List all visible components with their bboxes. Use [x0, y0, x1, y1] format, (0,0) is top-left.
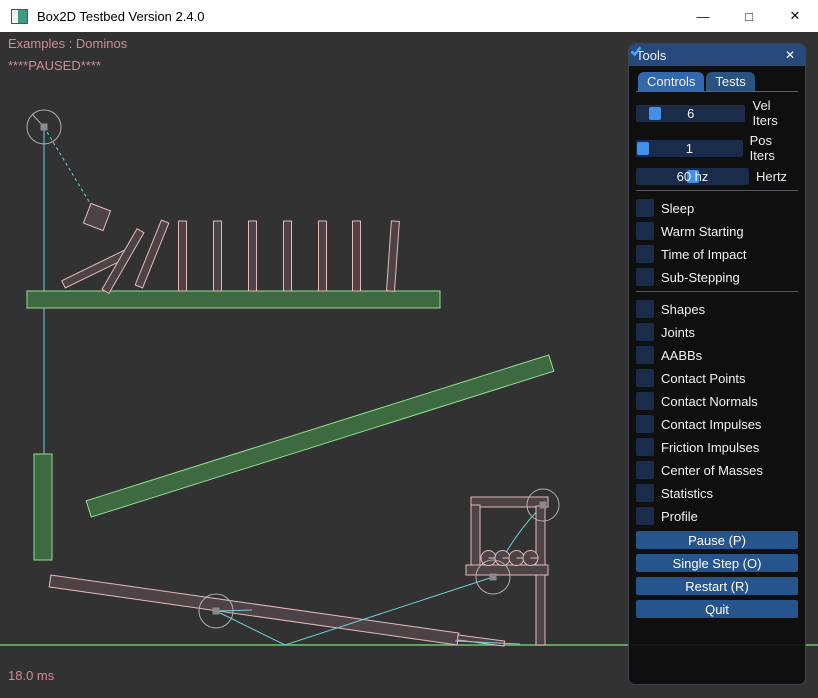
tab-tests[interactable]: Tests [706, 72, 754, 91]
example-label: Examples : Dominos [8, 36, 127, 51]
joint-anchor [41, 124, 48, 131]
checkbox-label: Warm Starting [661, 224, 744, 239]
frame-left-post [471, 505, 480, 567]
slider-vel-iters[interactable]: 6 [636, 105, 745, 122]
tab-controls[interactable]: Controls [638, 72, 704, 91]
checkbox-contact-impulses[interactable]: Contact Impulses [636, 415, 798, 433]
domino [319, 221, 327, 291]
slider-label: Vel Iters [752, 98, 798, 128]
separator [636, 190, 798, 191]
checkbox-box[interactable] [636, 392, 654, 410]
single-step-o-button[interactable]: Single Step (O) [636, 554, 798, 572]
pendulum-rope [44, 127, 96, 213]
checkbox-label: Shapes [661, 302, 705, 317]
checkbox-box[interactable] [636, 268, 654, 286]
joint-anchor [540, 502, 547, 509]
pause-p-button[interactable]: Pause (P) [636, 531, 798, 549]
maximize-icon[interactable]: □ [726, 0, 772, 32]
slider-pos-iters[interactable]: 1 [636, 140, 743, 157]
checkbox-box[interactable] [636, 245, 654, 263]
checkbox-box[interactable] [636, 222, 654, 240]
joint-anchor [213, 608, 220, 615]
checkbox-box[interactable] [636, 415, 654, 433]
checkbox-profile[interactable]: Profile [636, 507, 798, 525]
checkbox-label: Time of Impact [661, 247, 746, 262]
seesaw-plank [49, 575, 459, 645]
joint-anchor [490, 574, 497, 581]
tab-bar: ControlsTests [638, 72, 798, 91]
checkbox-center-of-masses[interactable]: Center of Masses [636, 461, 798, 479]
slider-row: 1 Pos Iters [636, 133, 798, 163]
slider-value: 60 hz [636, 168, 749, 185]
domino [353, 221, 361, 291]
checkbox-label: Contact Normals [661, 394, 758, 409]
slanted-plank [86, 355, 554, 517]
app-icon [11, 9, 28, 24]
checkbox-box[interactable] [636, 300, 654, 318]
slider-list: 6 Vel Iters 1 Pos Iters60 hz Hertz [636, 98, 798, 185]
checkbox-friction-impulses[interactable]: Friction Impulses [636, 438, 798, 456]
panel-close-icon[interactable]: ✕ [782, 47, 798, 63]
checkbox-label: Statistics [661, 486, 713, 501]
checkbox-aabbs[interactable]: AABBs [636, 346, 798, 364]
checkbox-shapes[interactable]: Shapes [636, 300, 798, 318]
slider-hertz[interactable]: 60 hz [636, 168, 749, 185]
checkbox-contact-normals[interactable]: Contact Normals [636, 392, 798, 410]
checkbox-sub-stepping[interactable]: Sub-Stepping [636, 268, 798, 286]
close-icon[interactable]: ✕ [772, 0, 818, 32]
checkbox-groups: Sleep Warm Starting Time of Impact Sub-Step… [636, 199, 798, 525]
separator [636, 291, 798, 292]
tools-panel: Tools ✕ ControlsTests 6 Vel Iters 1 Pos Ite… [628, 43, 806, 685]
checkbox-box[interactable] [636, 369, 654, 387]
window-title: Box2D Testbed Version 2.4.0 [37, 9, 204, 24]
checkbox-label: Sleep [661, 201, 694, 216]
checkbox-label: Joints [661, 325, 695, 340]
checkbox-box[interactable] [636, 199, 654, 217]
tools-panel-titlebar[interactable]: Tools ✕ [629, 44, 805, 66]
minimize-icon[interactable]: — [680, 0, 726, 32]
domino [249, 221, 257, 291]
checkbox-statistics[interactable]: Statistics [636, 484, 798, 502]
domino-tilting [387, 221, 400, 291]
restart-r-button[interactable]: Restart (R) [636, 577, 798, 595]
checkbox-label: AABBs [661, 348, 702, 363]
checkbox-warm-starting[interactable]: Warm Starting [636, 222, 798, 240]
checkbox-label: Friction Impulses [661, 440, 759, 455]
checkbox-box[interactable] [636, 323, 654, 341]
domino [214, 221, 222, 291]
frame-time-label: 18.0 ms [8, 668, 54, 683]
domino [179, 221, 187, 291]
checkbox-contact-points[interactable]: Contact Points [636, 369, 798, 387]
checkbox-label: Profile [661, 509, 698, 524]
slider-value: 1 [636, 140, 743, 157]
slider-value: 6 [636, 105, 745, 122]
slider-row: 60 hz Hertz [636, 168, 798, 185]
checkbox-box[interactable] [636, 461, 654, 479]
window-titlebar: Box2D Testbed Version 2.4.0 — □ ✕ [0, 0, 818, 32]
tab-underline [636, 91, 798, 92]
paused-label: ****PAUSED**** [8, 58, 101, 73]
button-list: Pause (P) Single Step (O) Restart (R) Quit [636, 531, 798, 618]
checkbox-box[interactable] [636, 484, 654, 502]
checkbox-sleep[interactable]: Sleep [636, 199, 798, 217]
quit-button[interactable]: Quit [636, 600, 798, 618]
checkbox-label: Contact Points [661, 371, 746, 386]
checkbox-label: Sub-Stepping [661, 270, 740, 285]
slider-row: 6 Vel Iters [636, 98, 798, 128]
domino [284, 221, 292, 291]
checkbox-box[interactable] [636, 507, 654, 525]
checkbox-joints[interactable]: Joints [636, 323, 798, 341]
spheres-row [481, 551, 538, 566]
checkbox-label: Contact Impulses [661, 417, 761, 432]
slider-label: Hertz [756, 169, 787, 184]
pendulum-hammer [83, 203, 110, 230]
slider-label: Pos Iters [750, 133, 798, 163]
checkbox-box[interactable] [636, 438, 654, 456]
checkbox-box[interactable] [636, 346, 654, 364]
checkbox-time-of-impact[interactable]: Time of Impact [636, 245, 798, 263]
vertical-plank [34, 454, 52, 560]
platform [27, 291, 440, 308]
checkbox-label: Center of Masses [661, 463, 763, 478]
